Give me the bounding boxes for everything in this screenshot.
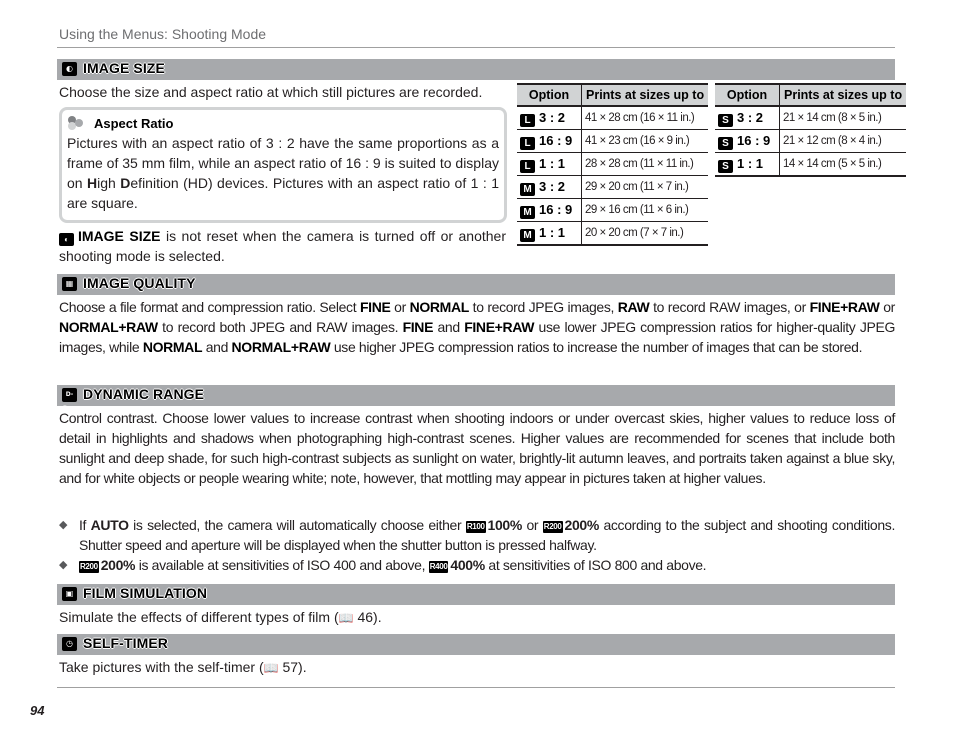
dynamic-range-icon: D-Rng [62, 388, 77, 412]
note-heading: Aspect Ratio [68, 116, 173, 131]
image-quality-icon: ▦ [62, 277, 77, 291]
print-size-cell: 20 × 20 cm (7 × 7 in.) [581, 221, 709, 246]
option-cell: S3 : 2 [715, 106, 780, 130]
option-cell: S 16 : 9 [715, 129, 780, 153]
book-icon: 📖 [338, 611, 354, 625]
dr200-icon: R200 [542, 521, 563, 533]
section-title: SELF-TIMER [83, 635, 168, 651]
print-size-cell: 41 × 28 cm (16 × 11 in.) [581, 106, 709, 130]
self-timer-text: Take pictures with the self-timer (📖 57)… [59, 659, 307, 675]
image-size-icon: ◐ [59, 233, 74, 246]
image-size-reset-note: ◐ IMAGE SIZE is not reset when the camera… [59, 228, 506, 264]
size-s-icon: S [718, 136, 733, 150]
print-size-cell: 41 × 23 cm (16 × 9 in.) [581, 129, 709, 153]
section-title: DYNAMIC RANGE [83, 386, 205, 402]
dynamic-range-bullet: ◆ If AUTO is selected, the camera will a… [59, 517, 895, 553]
size-l-icon: L [520, 136, 535, 150]
option-cell: L1 : 1 [517, 152, 582, 176]
section-title: FILM SIMULATION [83, 585, 208, 601]
image-size-icon: ◐ [62, 62, 77, 76]
dynamic-range-text: Control contrast. Choose lower values to… [59, 410, 895, 486]
size-m-icon: M [520, 205, 535, 219]
film-simulation-text: Simulate the effects of different types … [59, 609, 382, 625]
size-l-icon: L [520, 159, 535, 173]
section-bar-self-timer: ◷ SELF-TIMER [57, 634, 895, 655]
section-bar-dynamic-range: D-Rng DYNAMIC RANGE [57, 385, 895, 412]
table-row: M3 : 2 29 × 20 cm (11 × 7 in.) [517, 175, 709, 199]
section-bar-image-quality: ▦ IMAGE QUALITY [57, 274, 895, 295]
page-ref-link[interactable]: 46 [357, 609, 373, 625]
option-cell: L 16 : 9 [517, 129, 582, 153]
column-header-prints: Prints at sizes up to [581, 83, 709, 107]
section-bar-image-size: ◐ IMAGE SIZE [57, 59, 895, 80]
note-pointer-icon: ◆ [59, 559, 68, 571]
footer-rule [57, 687, 895, 688]
film-simulation-icon: ▣ [62, 587, 77, 601]
table-row: L3 : 2 41 × 28 cm (16 × 11 in.) [517, 106, 709, 130]
print-size-cell: 28 × 28 cm (11 × 11 in.) [581, 152, 709, 176]
print-size-cell: 29 × 20 cm (11 × 7 in.) [581, 175, 709, 199]
print-size-cell: 21 × 14 cm (8 × 5 in.) [779, 106, 907, 130]
print-size-table-right: Option Prints at sizes up to S3 : 2 21 × … [715, 83, 907, 177]
self-timer-icon: ◷ [62, 637, 77, 651]
option-cell: M 16 : 9 [517, 198, 582, 222]
option-cell: M3 : 2 [517, 175, 582, 199]
size-s-icon: S [718, 113, 733, 127]
tip-dots-icon [68, 116, 90, 130]
book-icon: 📖 [263, 661, 279, 675]
column-header-prints: Prints at sizes up to [779, 83, 907, 107]
print-size-cell: 21 × 12 cm (8 × 4 in.) [779, 129, 907, 153]
running-head: Using the Menus: Shooting Mode [59, 26, 267, 42]
section-title: IMAGE SIZE [83, 60, 165, 76]
dr400-icon: R400 [428, 561, 449, 573]
option-cell: L3 : 2 [517, 106, 582, 130]
table-row: M 16 : 9 29 × 16 cm (11 × 6 in.) [517, 198, 709, 222]
table-row: L 16 : 9 41 × 23 cm (16 × 9 in.) [517, 129, 709, 153]
table-row: S1 : 1 14 × 14 cm (5 × 5 in.) [715, 152, 907, 177]
column-header-option: Option [517, 83, 582, 107]
column-header-option: Option [715, 83, 780, 107]
section-title: IMAGE QUALITY [83, 275, 196, 291]
dynamic-range-bullet: ◆ R200 200% is available at sensitivities… [59, 557, 707, 573]
print-size-cell: 29 × 16 cm (11 × 6 in.) [581, 198, 709, 222]
page-number: 94 [30, 703, 45, 718]
section-bar-film-simulation: ▣ FILM SIMULATION [57, 584, 895, 605]
size-m-icon: M [520, 182, 535, 196]
size-s-icon: S [718, 159, 733, 173]
page-ref-link[interactable]: 57 [282, 659, 298, 675]
aspect-ratio-note: Aspect Ratio Pictures with an aspect rat… [59, 107, 507, 223]
dr200-icon: R200 [79, 561, 99, 573]
table-row: M1 : 1 20 × 20 cm (7 × 7 in.) [517, 221, 709, 246]
size-l-icon: L [520, 113, 535, 127]
option-cell: S1 : 1 [715, 152, 780, 177]
print-size-cell: 14 × 14 cm (5 × 5 in.) [779, 152, 907, 177]
table-row: S3 : 2 21 × 14 cm (8 × 5 in.) [715, 106, 907, 130]
size-m-icon: M [520, 228, 535, 242]
header-rule [57, 47, 895, 48]
print-size-table-left: Option Prints at sizes up to L3 : 2 41 × … [517, 83, 709, 246]
note-body: Pictures with an aspect ratio of 3 : 2 h… [67, 135, 499, 211]
note-pointer-icon: ◆ [59, 519, 68, 531]
image-quality-text: Choose a file format and compression rat… [59, 299, 895, 355]
table-row: S 16 : 9 21 × 12 cm (8 × 4 in.) [715, 129, 907, 153]
dr100-icon: R100 [465, 521, 486, 533]
image-size-intro: Choose the size and aspect ratio at whic… [59, 84, 483, 100]
option-cell: M1 : 1 [517, 221, 582, 246]
table-row: L1 : 1 28 × 28 cm (11 × 11 in.) [517, 152, 709, 176]
